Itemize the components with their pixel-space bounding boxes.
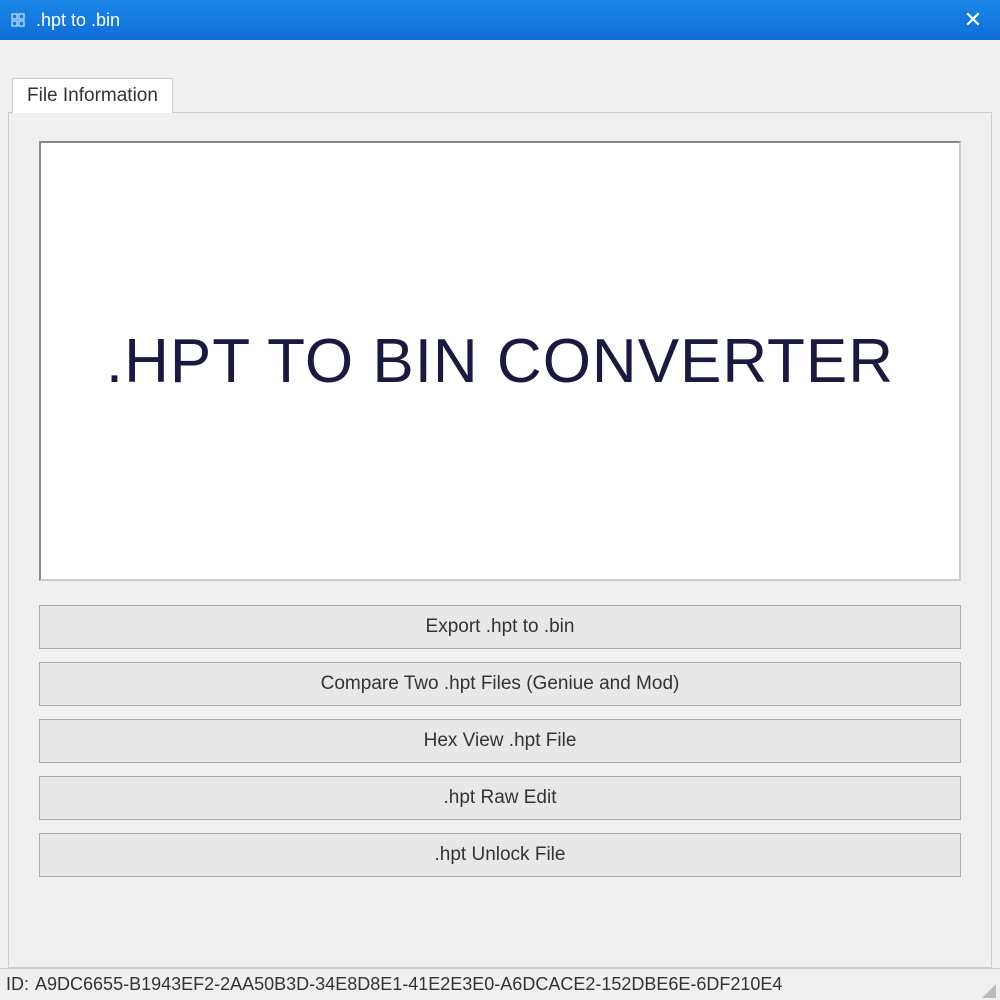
button-stack: Export .hpt to .bin Compare Two .hpt Fil… <box>39 605 961 877</box>
main-panel: .HPT TO BIN CONVERTER <box>39 141 961 581</box>
export-button[interactable]: Export .hpt to .bin <box>39 605 961 649</box>
window-body: File Information .HPT TO BIN CONVERTER E… <box>0 40 1000 968</box>
tab-strip: File Information <box>8 78 992 113</box>
tab-content: .HPT TO BIN CONVERTER Export .hpt to .bi… <box>8 112 992 968</box>
titlebar: .hpt to .bin ✕ <box>0 0 1000 40</box>
hexview-button[interactable]: Hex View .hpt File <box>39 719 961 763</box>
status-id-label: ID: <box>6 974 29 995</box>
statusbar: ID: A9DC6655-B1943EF2-2AA50B3D-34E8D8E1-… <box>0 968 1000 1000</box>
close-icon[interactable]: ✕ <box>958 5 988 35</box>
app-icon <box>8 10 28 30</box>
resize-grip-icon[interactable] <box>980 982 996 998</box>
tab-file-information[interactable]: File Information <box>12 78 173 113</box>
main-heading: .HPT TO BIN CONVERTER <box>106 326 894 397</box>
compare-button[interactable]: Compare Two .hpt Files (Geniue and Mod) <box>39 662 961 706</box>
window-title: .hpt to .bin <box>36 10 120 31</box>
unlock-button[interactable]: .hpt Unlock File <box>39 833 961 877</box>
status-id-value: A9DC6655-B1943EF2-2AA50B3D-34E8D8E1-41E2… <box>35 974 782 995</box>
rawedit-button[interactable]: .hpt Raw Edit <box>39 776 961 820</box>
